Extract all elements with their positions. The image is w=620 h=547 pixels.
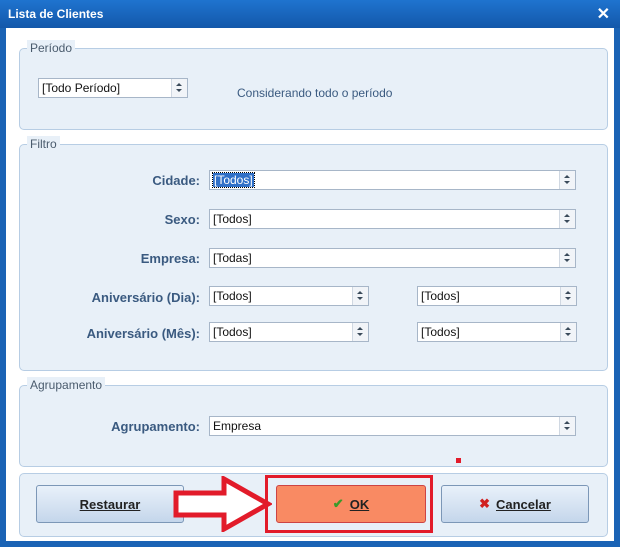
dialog-window: Lista de Clientes ✕ Período [Todo Períod… <box>0 0 620 547</box>
ok-button-label: OK <box>349 496 370 512</box>
spinner-icon[interactable] <box>352 323 368 341</box>
spinner-icon[interactable] <box>559 417 575 435</box>
arrow-annotation-icon <box>173 476 272 532</box>
empresa-select-value: [Todas] <box>213 251 252 265</box>
aniversario-dia-to-select[interactable]: [Todos] <box>417 286 577 306</box>
periodo-legend: Período <box>27 40 76 56</box>
spinner-icon[interactable] <box>560 287 576 305</box>
cancelar-button-label: Cancelar <box>495 496 551 512</box>
filtro-legend: Filtro <box>27 136 60 152</box>
x-icon: ✖ <box>479 496 490 511</box>
cidade-select-value: [Todos] <box>212 172 255 188</box>
agrupamento-select-value: Empresa <box>213 419 262 433</box>
periodo-select-value: [Todo Período] <box>42 81 121 95</box>
aniversario-dia-to-value: [Todos] <box>421 289 460 303</box>
sexo-label: Sexo: <box>164 212 200 227</box>
empresa-label: Empresa: <box>140 251 200 266</box>
periodo-select[interactable]: [Todo Período] <box>38 78 188 98</box>
spinner-icon[interactable] <box>559 249 575 267</box>
aniversario-mes-to-select[interactable]: [Todos] <box>417 322 577 342</box>
spinner-icon[interactable] <box>352 287 368 305</box>
cidade-label: Cidade: <box>152 173 200 188</box>
periodo-group: Período [Todo Período] Considerando todo… <box>19 40 608 130</box>
window-title: Lista de Clientes <box>8 7 104 21</box>
aniversario-mes-to-value: [Todos] <box>421 325 460 339</box>
marker-dot <box>456 458 461 463</box>
check-icon: ✔ <box>332 496 344 511</box>
aniversario-mes-from-value: [Todos] <box>213 325 252 339</box>
close-icon[interactable]: ✕ <box>597 4 610 24</box>
title-bar[interactable]: Lista de Clientes ✕ <box>0 0 620 28</box>
sexo-select[interactable]: [Todos] <box>209 209 576 229</box>
aniversario-dia-label: Aniversário (Dia): <box>91 290 200 305</box>
cidade-select[interactable]: [Todos] <box>209 170 576 190</box>
restaurar-button-label: Restaurar <box>79 496 141 512</box>
aniversario-dia-from-value: [Todos] <box>213 289 252 303</box>
agrupamento-legend: Agrupamento <box>27 377 106 393</box>
spinner-icon[interactable] <box>171 79 187 97</box>
spinner-icon[interactable] <box>559 210 575 228</box>
restaurar-button[interactable]: Restaurar <box>36 485 184 523</box>
aniversario-mes-label: Aniversário (Mês): <box>86 326 200 341</box>
ok-button[interactable]: ✔ OK <box>276 485 426 523</box>
aniversario-dia-from-select[interactable]: [Todos] <box>209 286 369 306</box>
filtro-group: Filtro Cidade: [Todos] Sexo: [Todos] Emp… <box>19 136 608 371</box>
periodo-description: Considerando todo o período <box>237 86 393 100</box>
empresa-select[interactable]: [Todas] <box>209 248 576 268</box>
aniversario-mes-from-select[interactable]: [Todos] <box>209 322 369 342</box>
spinner-icon[interactable] <box>559 171 575 189</box>
spinner-icon[interactable] <box>560 323 576 341</box>
cancelar-button[interactable]: ✖ Cancelar <box>441 485 589 523</box>
agrupamento-label: Agrupamento: <box>111 419 200 434</box>
dialog-client: Período [Todo Período] Considerando todo… <box>6 28 614 541</box>
sexo-select-value: [Todos] <box>213 212 252 226</box>
agrupamento-group: Agrupamento Agrupamento: Empresa <box>19 377 608 467</box>
agrupamento-select[interactable]: Empresa <box>209 416 576 436</box>
